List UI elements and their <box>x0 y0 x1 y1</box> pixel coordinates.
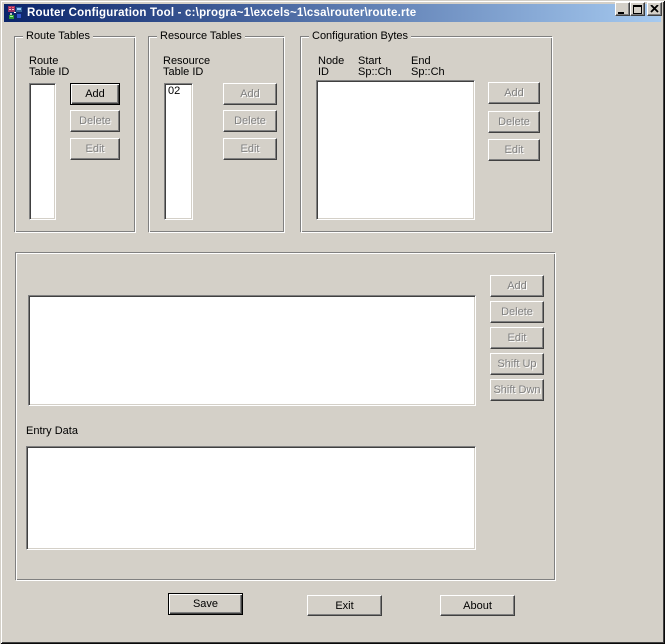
route-tables-group-title: Route Tables <box>23 31 93 42</box>
start-spch-column-header: StartSp::Ch <box>358 56 392 78</box>
entry-shift-down-button[interactable]: Shift Dwn <box>490 379 544 401</box>
app-icon <box>7 5 23 21</box>
entry-add-button[interactable]: Add <box>490 275 544 297</box>
minimize-icon <box>618 5 627 14</box>
config-delete-button[interactable]: Delete <box>488 111 540 133</box>
resource-add-button[interactable]: Add <box>223 83 277 105</box>
titlebar[interactable]: Router Configuration Tool - c:\progra~1\… <box>4 4 661 22</box>
close-icon <box>650 5 659 13</box>
app-window: Router Configuration Tool - c:\progra~1\… <box>0 0 665 644</box>
save-button[interactable]: Save <box>168 593 243 615</box>
node-id-column-header: NodeID <box>318 56 344 78</box>
route-delete-button[interactable]: Delete <box>70 110 120 132</box>
maximize-button[interactable] <box>630 2 645 16</box>
route-edit-button[interactable]: Edit <box>70 138 120 160</box>
resource-table-id-label: ResourceTable ID <box>163 56 210 78</box>
resource-table-id-listbox[interactable]: 02 <box>164 83 193 220</box>
route-add-button[interactable]: Add <box>70 83 120 105</box>
configuration-bytes-group-title: Configuration Bytes <box>309 31 411 42</box>
resource-tables-group-title: Resource Tables <box>157 31 245 42</box>
exit-button[interactable]: Exit <box>307 595 382 616</box>
minimize-button[interactable] <box>615 2 630 16</box>
resource-table-list-item[interactable]: 02 <box>165 84 192 98</box>
config-edit-button[interactable]: Edit <box>488 139 540 161</box>
end-spch-column-header: EndSp::Ch <box>411 56 445 78</box>
entry-data-label: Entry Data <box>26 426 78 437</box>
route-table-id-label: RouteTable ID <box>29 56 69 78</box>
entries-listbox[interactable] <box>28 295 476 406</box>
resource-edit-button[interactable]: Edit <box>223 138 277 160</box>
entry-shift-up-button[interactable]: Shift Up <box>490 353 544 375</box>
close-button[interactable] <box>647 2 662 16</box>
entry-data-box[interactable] <box>26 446 476 550</box>
route-table-id-listbox[interactable] <box>29 83 56 220</box>
config-add-button[interactable]: Add <box>488 82 540 104</box>
window-title: Router Configuration Tool - c:\progra~1\… <box>27 4 416 22</box>
configuration-bytes-listbox[interactable] <box>316 80 475 220</box>
maximize-icon <box>633 5 642 14</box>
about-button[interactable]: About <box>440 595 515 616</box>
entry-delete-button[interactable]: Delete <box>490 301 544 323</box>
entry-edit-button[interactable]: Edit <box>490 327 544 349</box>
resource-delete-button[interactable]: Delete <box>223 110 277 132</box>
